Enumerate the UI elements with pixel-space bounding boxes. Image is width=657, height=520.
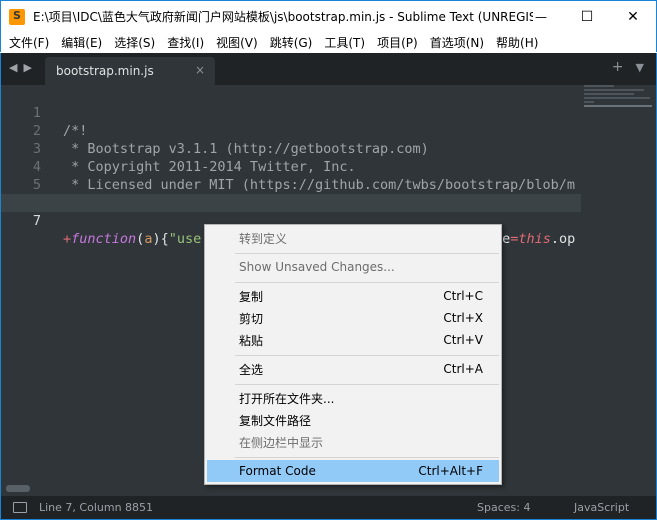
tab-prev-icon[interactable]: ◀ — [9, 61, 17, 74]
panel-toggle-icon[interactable] — [13, 502, 27, 513]
menu-goto[interactable]: 跳转(G) — [264, 34, 319, 51]
close-button[interactable]: ✕ — [610, 1, 656, 32]
code-line: 1 /*! — [1, 86, 581, 139]
menu-item-select-all[interactable]: 全选 Ctrl+A — [207, 358, 499, 380]
context-menu: 转到定义 Show Unsaved Changes... 复制 Ctrl+C 剪… — [204, 224, 502, 485]
menu-separator — [235, 384, 499, 385]
line-number: 7 — [32, 213, 41, 229]
tab-close-icon[interactable]: × — [195, 63, 205, 77]
window-title: E:\项目\IDC\蓝色大气政府新闻门户网站模板\js\bootstrap.mi… — [33, 10, 533, 24]
code-line: 3 * Copyright 2011-2014 Twitter, Inc. — [1, 122, 581, 175]
code-line: 5 */ — [1, 158, 581, 211]
status-bar: Line 7, Column 8851 Spaces: 4 JavaScript — [0, 496, 657, 520]
menu-preferences[interactable]: 首选项(N) — [424, 34, 490, 51]
shortcut-label: Ctrl+V — [443, 333, 483, 347]
menu-tools[interactable]: 工具(T) — [318, 34, 371, 51]
menu-item-goto-definition[interactable]: 转到定义 — [207, 227, 499, 249]
menu-item-copy[interactable]: 复制 Ctrl+C — [207, 285, 499, 307]
tab-actions: + ▼ — [612, 59, 644, 75]
new-tab-icon[interactable]: + — [612, 59, 624, 75]
menu-bar: 文件(F) 编辑(E) 选择(S) 查找(I) 视图(V) 跳转(G) 工具(T… — [0, 32, 657, 52]
menu-item-open-containing-folder[interactable]: 打开所在文件夹... — [207, 387, 499, 409]
tab-dropdown-icon[interactable]: ▼ — [636, 61, 644, 75]
menu-edit[interactable]: 编辑(E) — [55, 34, 108, 51]
menu-separator — [235, 253, 499, 254]
sublime-app-icon — [9, 8, 25, 25]
title-bar: E:\项目\IDC\蓝色大气政府新闻门户网站模板\js\bootstrap.mi… — [0, 0, 657, 32]
indentation-setting[interactable]: Spaces: 4 — [477, 501, 530, 514]
menu-separator — [235, 355, 499, 356]
menu-view[interactable]: 视图(V) — [210, 34, 264, 51]
horizontal-scrollbar[interactable] — [6, 485, 30, 492]
minimize-button[interactable]: — — [518, 1, 564, 32]
code-line: 6 — [1, 176, 581, 211]
window-controls: — ☐ ✕ — [518, 1, 656, 32]
menu-item-reveal-in-sidebar[interactable]: 在侧边栏中显示 — [207, 431, 499, 453]
code-line: 2 * Bootstrap v3.1.1 (http://getbootstra… — [1, 104, 581, 157]
maximize-button[interactable]: ☐ — [564, 1, 610, 32]
menu-item-format-code[interactable]: Format Code Ctrl+Alt+F — [207, 460, 499, 482]
menu-separator — [235, 457, 499, 458]
shortcut-label: Ctrl+C — [443, 289, 483, 303]
menu-selection[interactable]: 选择(S) — [108, 34, 161, 51]
tab-navigation: ◀ ▶ — [9, 61, 32, 74]
menu-item-cut[interactable]: 剪切 Ctrl+X — [207, 307, 499, 329]
tab-bar: ◀ ▶ bootstrap.min.js × + ▼ — [0, 53, 657, 85]
tab-next-icon[interactable]: ▶ — [23, 61, 31, 74]
minimap[interactable] — [584, 85, 654, 115]
menu-separator — [235, 282, 499, 283]
menu-file[interactable]: 文件(F) — [3, 34, 55, 51]
menu-item-show-unsaved-changes[interactable]: Show Unsaved Changes... — [207, 256, 499, 278]
menu-help[interactable]: 帮助(H) — [490, 34, 544, 51]
shortcut-label: Ctrl+Alt+F — [418, 464, 483, 478]
menu-project[interactable]: 项目(P) — [371, 34, 424, 51]
tab-bootstrap-min-js[interactable]: bootstrap.min.js × — [45, 57, 215, 85]
shortcut-label: Ctrl+A — [443, 362, 483, 376]
menu-item-paste[interactable]: 粘贴 Ctrl+V — [207, 329, 499, 351]
menu-find[interactable]: 查找(I) — [161, 34, 210, 51]
syntax-selector[interactable]: JavaScript — [574, 501, 629, 514]
menu-item-copy-file-path[interactable]: 复制文件路径 — [207, 409, 499, 431]
cursor-position: Line 7, Column 8851 — [39, 501, 154, 514]
tab-label: bootstrap.min.js — [56, 64, 154, 78]
code-line: 4 * Licensed under MIT (https://github.c… — [1, 140, 581, 193]
code-line-current: 7 +function(a){"use strict";var b=functi… — [1, 194, 581, 247]
shortcut-label: Ctrl+X — [443, 311, 483, 325]
